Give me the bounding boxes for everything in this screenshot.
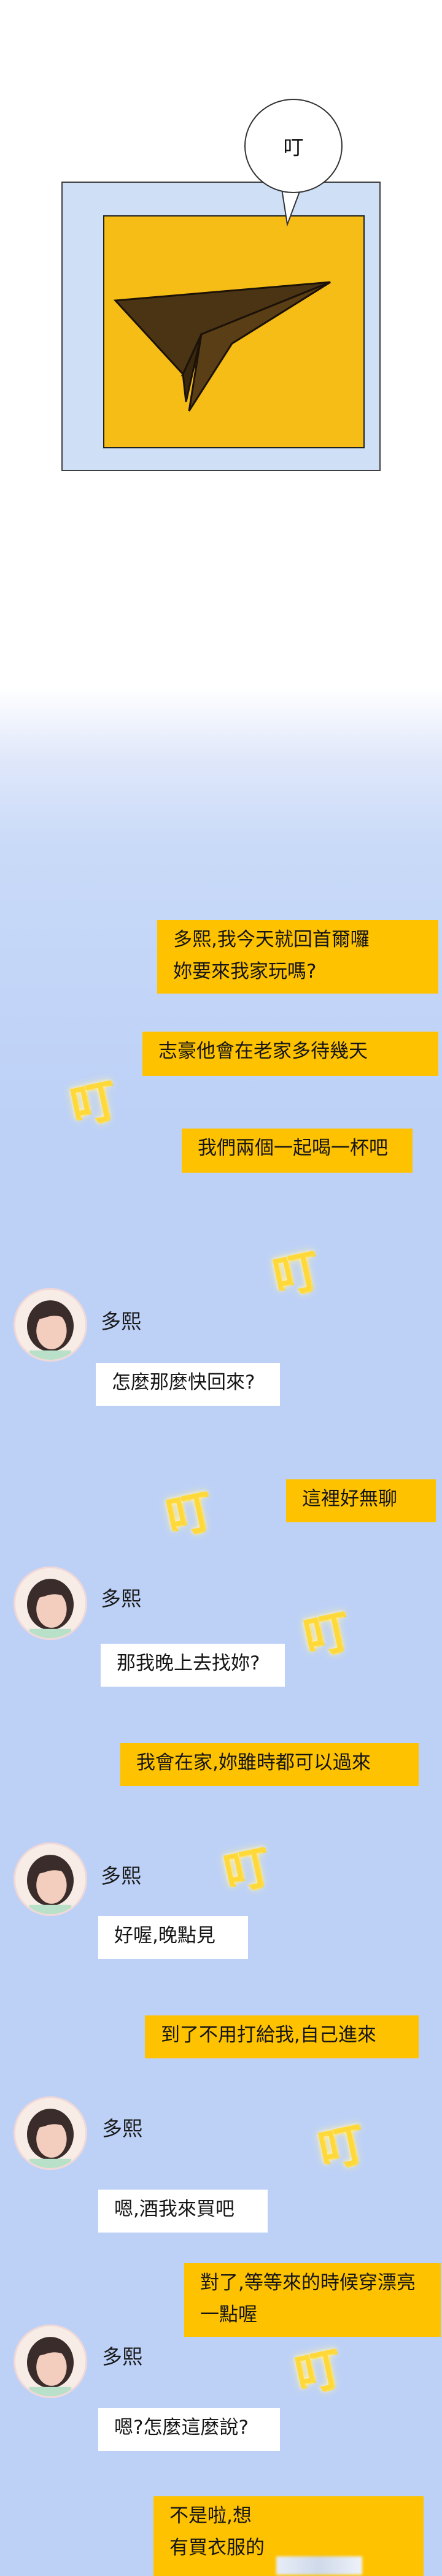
avatar-portrait (15, 1290, 85, 1360)
sender-name: 多熙 (101, 1587, 141, 1611)
sender-name: 多熙 (101, 1864, 141, 1888)
outgoing-message: 到了不用打給我,自己進來 (145, 2015, 419, 2058)
sender-name: 多熙 (101, 1309, 141, 1333)
avatar (14, 2096, 87, 2170)
incoming-message: 嗯,酒我來買吧 (98, 2190, 268, 2233)
outgoing-message: 我會在家,妳雖時都可以過來 (120, 1743, 419, 1786)
outgoing-message: 我們兩個一起喝一杯吧 (182, 1129, 413, 1173)
avatar (14, 1842, 87, 1916)
avatar-portrait (15, 1844, 85, 1914)
incoming-message: 怎麼那麼快回來? (96, 1363, 280, 1406)
paper-plane-icon (113, 281, 331, 412)
incoming-message: 好喔,晚點見 (98, 1916, 248, 1959)
outgoing-message: 這裡好無聊 (286, 1479, 436, 1522)
watermark-blur (276, 2556, 362, 2575)
avatar-portrait (15, 1568, 85, 1638)
outgoing-message: 多熙,我今天就回首爾囉 妳要來我家玩嗎? (157, 920, 438, 994)
incoming-message: 嗯?怎麼這麼說? (98, 2408, 280, 2451)
avatar-portrait (15, 2326, 85, 2396)
avatar-portrait (15, 2098, 85, 2168)
outgoing-message: 志豪他會在老家多待幾天 (142, 1032, 438, 1076)
avatar (14, 2325, 87, 2398)
avatar (14, 1288, 87, 1362)
sender-name: 多熙 (102, 2345, 142, 2369)
sound-effect-bubble: 叮 (244, 99, 343, 193)
avatar (14, 1566, 87, 1640)
incoming-message: 那我晚上去找妳? (101, 1644, 285, 1687)
outgoing-message: 對了,等等來的時候穿漂亮 一點喔 (184, 2263, 441, 2337)
sender-name: 多熙 (102, 2117, 142, 2141)
sound-effect-text: 叮 (283, 136, 304, 159)
